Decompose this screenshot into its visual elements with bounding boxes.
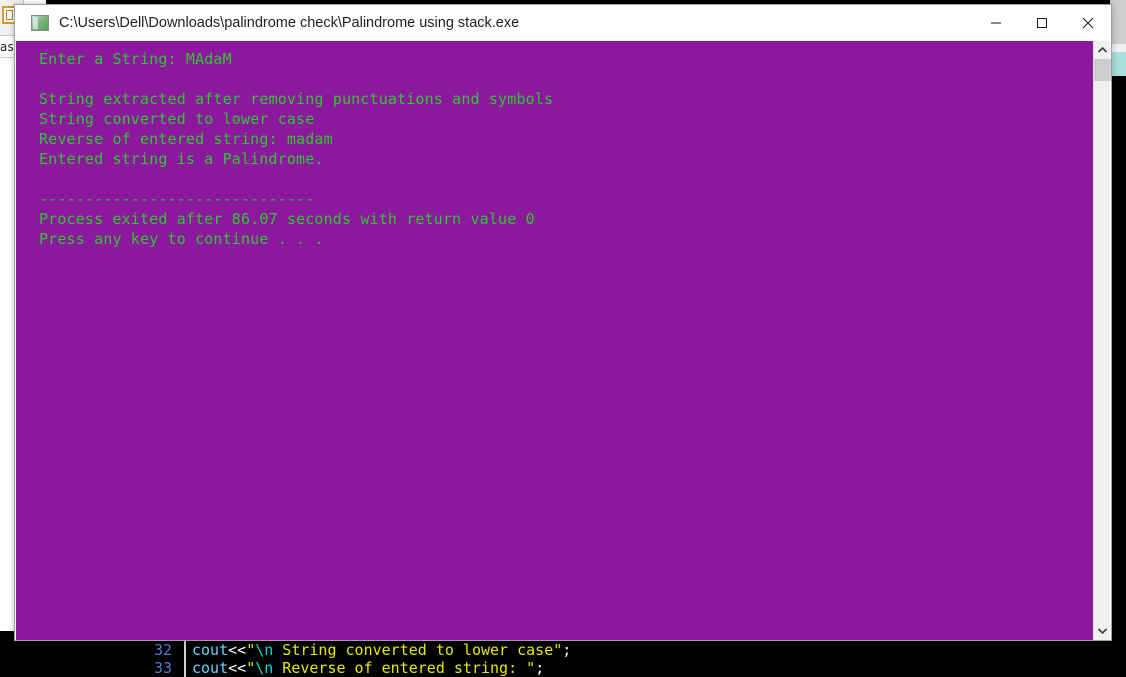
- editor-line[interactable]: 32 cout<<"\n String converted to lower ca…: [0, 641, 1126, 659]
- console-window[interactable]: C:\Users\Dell\Downloads\palindrome check…: [14, 4, 1112, 641]
- scrollbar-down-button[interactable]: [1094, 622, 1111, 640]
- background-scrollbar-thumb[interactable]: [1110, 52, 1126, 76]
- chevron-down-icon: [1098, 628, 1107, 634]
- editor-line-code: cout<<"\n Reverse of entered string: ";: [192, 659, 544, 677]
- desktop-backdrop: ass 32 cout<<"\n String converted to lowe…: [0, 0, 1126, 677]
- code-token: ;: [535, 659, 545, 677]
- chevron-up-icon: [1098, 47, 1107, 53]
- close-icon: [1082, 17, 1094, 29]
- code-token: ": [246, 641, 256, 659]
- console-line: Process exited after 86.07 seconds with …: [39, 210, 535, 228]
- console-line: Enter a String: MAdaM: [39, 50, 232, 68]
- console-scrollbar[interactable]: [1093, 41, 1111, 640]
- console-line: String extracted after removing punctuat…: [39, 90, 554, 108]
- console-app-icon: [31, 15, 49, 31]
- code-token: ;: [562, 641, 572, 659]
- scrollbar-thumb[interactable]: [1094, 59, 1111, 81]
- code-token: ": [246, 659, 256, 677]
- scrollbar-up-button[interactable]: [1094, 41, 1111, 59]
- console-output-area[interactable]: Enter a String: MAdaM String extracted a…: [16, 41, 1095, 640]
- code-token: String converted to lower case": [273, 641, 563, 659]
- console-line: ------------------------------: [39, 190, 315, 208]
- code-token: \n: [255, 641, 274, 659]
- editor-line-number: 33: [153, 659, 172, 677]
- console-line: Press any key to continue . . .: [39, 230, 324, 248]
- code-token: cout: [192, 659, 229, 677]
- code-token: \n: [255, 659, 274, 677]
- minimize-icon: [991, 22, 1001, 24]
- code-token: cout: [192, 641, 229, 659]
- code-token: <<: [228, 659, 247, 677]
- maximize-icon: [1037, 18, 1047, 28]
- console-titlebar[interactable]: C:\Users\Dell\Downloads\palindrome check…: [15, 5, 1111, 41]
- editor-line[interactable]: 33 cout<<"\n Reverse of entered string: "…: [0, 659, 1126, 677]
- close-button[interactable]: [1065, 5, 1111, 41]
- maximize-button[interactable]: [1019, 5, 1065, 41]
- window-controls: [973, 5, 1111, 41]
- console-line: String converted to lower case: [39, 110, 315, 128]
- window-title: C:\Users\Dell\Downloads\palindrome check…: [59, 15, 520, 31]
- console-output-text: Enter a String: MAdaM String extracted a…: [39, 49, 553, 249]
- editor-line-number: 32: [153, 641, 172, 659]
- background-scrollbar-track[interactable]: [1110, 0, 1126, 44]
- code-token: <<: [228, 641, 247, 659]
- console-line: Reverse of entered string: madam: [39, 130, 333, 148]
- minimize-button[interactable]: [973, 5, 1019, 41]
- background-right-filler: [1110, 76, 1126, 677]
- code-token: Reverse of entered string: ": [273, 659, 536, 677]
- editor-line-code: cout<<"\n String converted to lower case…: [192, 641, 571, 659]
- console-line: Entered string is a Palindrome.: [39, 150, 324, 168]
